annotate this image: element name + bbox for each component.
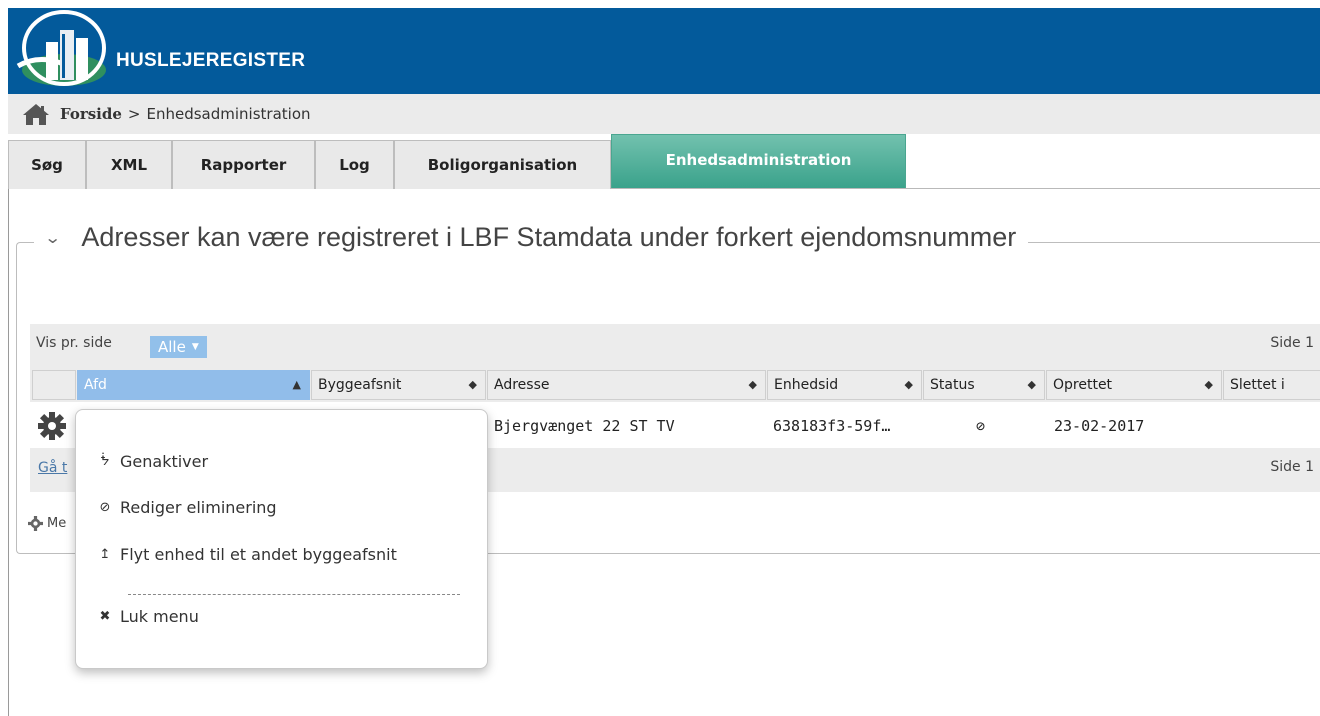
table-header: Afd ▲ Byggeafsnit ◆ Adresse ◆ Enhedsid ◆… [30, 368, 1320, 402]
context-menu: ᖭ Genaktiver ⊘ Rediger eliminering ↥ Fly… [75, 409, 488, 669]
cell-oprettet: 23-02-2017 [1054, 417, 1145, 435]
menu-item-label: Rediger eliminering [120, 498, 277, 517]
menu-item-label: Luk menu [120, 607, 199, 626]
sort-icon: ◆ [904, 378, 913, 391]
page-indicator-top: Side 1 [1270, 335, 1314, 351]
home-icon[interactable] [22, 102, 50, 126]
sort-icon: ◆ [1204, 378, 1213, 391]
menu-item-label: Flyt enhed til et andet byggeafsnit [120, 545, 397, 564]
logo-icon [16, 10, 106, 86]
breadcrumb-current: Enhedsadministration [146, 105, 311, 123]
menu-item-label: Genaktiver [120, 452, 209, 471]
tab-log[interactable]: Log [315, 140, 394, 189]
column-label-slettet: Slettet i [1230, 377, 1285, 393]
rss-icon: ᖭ [100, 454, 110, 469]
cell-enhedsid: 638183f3-59f… [773, 417, 891, 435]
goto-link[interactable]: Gå t [38, 460, 67, 476]
breadcrumb-home-link[interactable]: Forside [60, 105, 122, 123]
breadcrumb: Forside > Enhedsadministration [8, 94, 1320, 134]
panel-legend[interactable]: ⌄ Adresser kan være registreret i LBF St… [34, 222, 1029, 253]
tab-xml[interactable]: XML [86, 140, 172, 189]
sort-asc-icon: ▲ [292, 378, 301, 391]
bottom-menu-label: Me [47, 516, 67, 531]
column-header-slettet[interactable]: Slettet i [1223, 370, 1320, 400]
column-label-afd: Afd [84, 377, 107, 393]
per-page-select[interactable]: Alle ▼ [150, 336, 207, 358]
menu-item-luk-menu[interactable]: ✖ Luk menu [98, 607, 199, 626]
page-indicator-bottom: Side 1 [1270, 459, 1314, 475]
per-page-label: Vis pr. side [36, 335, 112, 351]
tab-bar: Søg XML Rapporter Log Boligorganisation … [8, 134, 1320, 189]
move-up-icon: ↥ [99, 547, 111, 562]
tab-enhedsadministration[interactable]: Enhedsadministration [611, 134, 906, 188]
column-header-byggeafsnit[interactable]: Byggeafsnit ◆ [311, 370, 486, 400]
sort-icon: ◆ [1027, 378, 1036, 391]
column-header-status[interactable]: Status ◆ [923, 370, 1045, 400]
gear-icon[interactable] [38, 412, 66, 440]
status-ban-icon: ⊘ [976, 417, 986, 435]
column-header-afd[interactable]: Afd ▲ [77, 370, 310, 400]
sort-icon: ◆ [468, 378, 477, 391]
menu-item-rediger-eliminering[interactable]: ⊘ Rediger eliminering [98, 498, 277, 517]
column-label-adresse: Adresse [494, 377, 550, 393]
pager-toolbar: Vis pr. side Alle ▼ Side 1 [30, 324, 1320, 368]
brand-title: HUSLEJEREGISTER [116, 50, 306, 71]
menu-item-genaktiver[interactable]: ᖭ Genaktiver [98, 452, 208, 471]
panel-title: Adresser kan være registreret i LBF Stam… [81, 222, 1017, 252]
column-header-actions [32, 370, 76, 400]
column-label-oprettet: Oprettet [1053, 377, 1113, 393]
tab-boligorganisation[interactable]: Boligorganisation [394, 140, 611, 189]
chevron-down-icon[interactable]: ⌄ [44, 228, 61, 248]
cell-adresse: Bjergvænget 22 ST TV [494, 417, 675, 435]
ban-icon: ⊘ [99, 500, 111, 515]
column-header-adresse[interactable]: Adresse ◆ [487, 370, 766, 400]
tab-rapporter[interactable]: Rapporter [172, 140, 315, 189]
per-page-value: Alle [158, 338, 186, 356]
breadcrumb-separator: > [127, 105, 141, 123]
gear-icon [28, 516, 43, 531]
caret-down-icon: ▼ [191, 342, 199, 352]
column-label-enhedsid: Enhedsid [774, 377, 839, 393]
close-icon: ✖ [99, 609, 111, 624]
tab-sog[interactable]: Søg [8, 140, 86, 189]
menu-item-flyt-enhed[interactable]: ↥ Flyt enhed til et andet byggeafsnit [98, 545, 397, 564]
menu-divider [128, 594, 460, 595]
column-label-byggeafsnit: Byggeafsnit [318, 377, 402, 393]
app-header: HUSLEJEREGISTER [8, 8, 1320, 94]
column-header-oprettet[interactable]: Oprettet ◆ [1046, 370, 1222, 400]
sort-icon: ◆ [748, 378, 757, 391]
column-header-enhedsid[interactable]: Enhedsid ◆ [767, 370, 922, 400]
column-label-status: Status [930, 377, 975, 393]
bottom-menu-button[interactable]: Me [28, 516, 66, 531]
